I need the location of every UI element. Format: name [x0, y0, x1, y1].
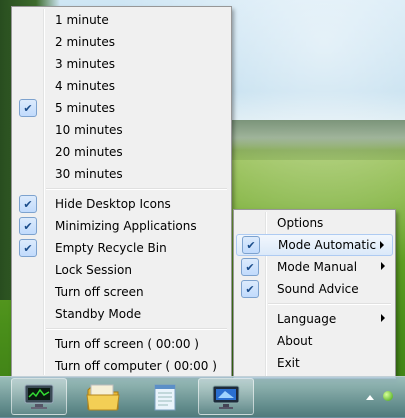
- submenu-arrow-icon: [381, 262, 385, 270]
- menu-item-label: 3 minutes: [55, 57, 116, 71]
- timer-context-menu: 1 minute 2 minutes 3 minutes 4 minutes ✔…: [11, 6, 232, 378]
- tray-item-mode-automatic[interactable]: ✔ Mode Automatic: [236, 234, 393, 256]
- tray-item-about[interactable]: About: [236, 330, 393, 352]
- menu-item-label: Lock Session: [55, 263, 132, 277]
- menu-item-turn-off-screen-timer[interactable]: Turn off screen ( 00:00 ): [14, 333, 229, 355]
- menu-item-label: Sound Advice: [277, 282, 359, 296]
- check-icon: ✔: [241, 258, 259, 276]
- menu-item-label: Turn off screen: [55, 285, 144, 299]
- tray-item-exit[interactable]: Exit: [236, 352, 393, 374]
- tray-item-mode-manual[interactable]: ✔ Mode Manual: [236, 256, 393, 278]
- task-manager-icon: [24, 384, 54, 409]
- notepad-icon: [154, 384, 176, 410]
- wallpaper-treeline: [230, 120, 405, 160]
- check-icon: ✔: [242, 236, 260, 254]
- check-icon: ✔: [19, 99, 37, 117]
- taskbar-notepad-button[interactable]: [137, 378, 193, 415]
- menu-item-standby-mode[interactable]: Standby Mode: [14, 303, 229, 325]
- menu-item-label: Turn off computer ( 00:00 ): [55, 359, 217, 373]
- taskbar-explorer-button[interactable]: [75, 378, 131, 415]
- menu-item-label: About: [277, 334, 313, 348]
- menu-item-label: Mode Automatic: [278, 238, 377, 252]
- menu-item-turn-off-screen[interactable]: Turn off screen: [14, 281, 229, 303]
- menu-item-label: 20 minutes: [55, 145, 123, 159]
- check-icon: ✔: [19, 195, 37, 213]
- menu-item-5-minutes[interactable]: ✔ 5 minutes: [14, 97, 229, 119]
- menu-item-label: Options: [277, 216, 324, 230]
- folder-icon: [86, 384, 120, 410]
- menu-item-label: Empty Recycle Bin: [55, 241, 167, 255]
- menu-item-minimizing-applications[interactable]: ✔ Minimizing Applications: [14, 215, 229, 237]
- menu-item-3-minutes[interactable]: 3 minutes: [14, 53, 229, 75]
- menu-item-label: Minimizing Applications: [55, 219, 197, 233]
- submenu-arrow-icon: [381, 314, 385, 322]
- tray-context-menu: Options ✔ Mode Automatic ✔ Mode Manual ✔ So…: [233, 209, 396, 379]
- menu-item-30-minutes[interactable]: 30 minutes: [14, 163, 229, 185]
- menu-item-empty-recycle-bin[interactable]: ✔ Empty Recycle Bin: [14, 237, 229, 259]
- tray-item-options[interactable]: Options: [236, 212, 393, 234]
- menu-item-1-minute[interactable]: 1 minute: [14, 9, 229, 31]
- menu-item-2-minutes[interactable]: 2 minutes: [14, 31, 229, 53]
- menu-item-hide-desktop-icons[interactable]: ✔ Hide Desktop Icons: [14, 193, 229, 215]
- menu-item-label: Exit: [277, 356, 300, 370]
- menu-item-label: Standby Mode: [55, 307, 142, 321]
- submenu-arrow-icon: [380, 241, 384, 249]
- check-icon: ✔: [19, 239, 37, 257]
- menu-separator: [268, 303, 391, 305]
- monitor-app-icon: [212, 385, 240, 409]
- menu-item-20-minutes[interactable]: 20 minutes: [14, 141, 229, 163]
- taskbar-task-manager-button[interactable]: [11, 378, 67, 415]
- check-icon: ✔: [19, 217, 37, 235]
- menu-item-label: 2 minutes: [55, 35, 116, 49]
- tray-item-language[interactable]: Language: [236, 308, 393, 330]
- menu-item-label: Mode Manual: [277, 260, 358, 274]
- show-hidden-icons-icon[interactable]: [366, 395, 374, 400]
- menu-item-10-minutes[interactable]: 10 minutes: [14, 119, 229, 141]
- taskbar-monitor-app-button[interactable]: [198, 378, 254, 415]
- menu-item-4-minutes[interactable]: 4 minutes: [14, 75, 229, 97]
- menu-separator: [46, 328, 227, 330]
- status-green-icon[interactable]: [383, 391, 393, 401]
- menu-item-label: Turn off screen ( 00:00 ): [55, 337, 199, 351]
- menu-item-label: Language: [277, 312, 337, 326]
- tray-item-sound-advice[interactable]: ✔ Sound Advice: [236, 278, 393, 300]
- menu-item-label: Hide Desktop Icons: [55, 197, 171, 211]
- menu-item-label: 30 minutes: [55, 167, 123, 181]
- check-icon: ✔: [241, 280, 259, 298]
- menu-item-lock-session[interactable]: Lock Session: [14, 259, 229, 281]
- menu-item-label: 10 minutes: [55, 123, 123, 137]
- menu-item-label: 1 minute: [55, 13, 109, 27]
- menu-separator: [46, 188, 227, 190]
- menu-item-label: 4 minutes: [55, 79, 116, 93]
- menu-item-turn-off-computer-timer[interactable]: Turn off computer ( 00:00 ): [14, 355, 229, 377]
- menu-item-label: 5 minutes: [55, 101, 116, 115]
